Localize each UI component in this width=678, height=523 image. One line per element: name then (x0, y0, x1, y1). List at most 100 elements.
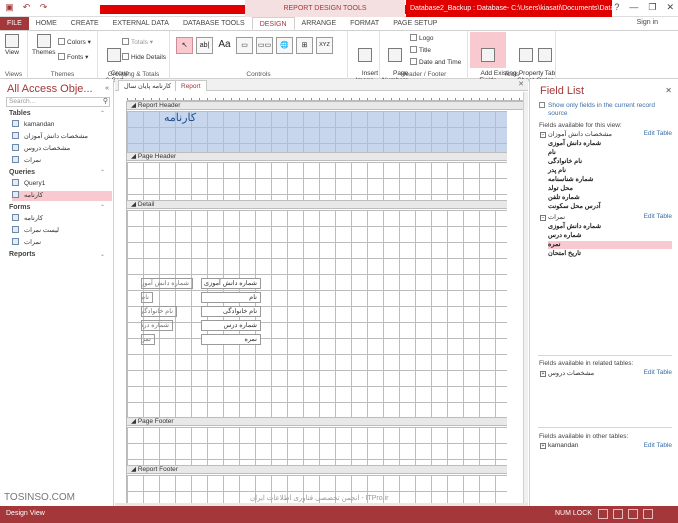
expand-icon[interactable]: + (540, 371, 546, 377)
sign-in-link[interactable]: Sign in (637, 19, 658, 26)
undo-icon[interactable]: ↶ (21, 2, 32, 13)
save-icon[interactable]: ▣ (4, 2, 15, 13)
add-existing-fields-button[interactable]: Add Existing Fields (470, 32, 517, 84)
button-control-icon[interactable]: ▭ (236, 37, 253, 54)
help-icon[interactable]: ? (614, 2, 619, 13)
tab-external-data[interactable]: EXTERNAL DATA (106, 17, 176, 30)
nav-item-form[interactable]: کارنامه (12, 214, 112, 224)
field-textbox[interactable]: نمره (201, 334, 261, 345)
redo-icon[interactable]: ↷ (38, 2, 49, 13)
field-list-table[interactable]: + مشخصات دروس Edit Table (540, 369, 672, 377)
nav-item-query[interactable]: Query1 (12, 179, 112, 189)
expand-icon[interactable]: + (540, 443, 546, 449)
field-item[interactable]: نام (548, 149, 672, 157)
nav-item-table[interactable]: مشخصات دانش آموزان (12, 132, 112, 142)
minimize-icon[interactable]: — (629, 2, 638, 13)
field-item[interactable]: آدرس محل سکونت (548, 203, 672, 211)
section-report-header[interactable]: ◢ Report Header (127, 101, 523, 110)
field-item[interactable]: شماره تلفن (548, 194, 672, 202)
field-textbox[interactable]: نام (201, 292, 261, 303)
close-icon[interactable]: ✕ (665, 86, 672, 95)
tab-format[interactable]: FORMAT (343, 17, 386, 30)
edit-table-link[interactable]: Edit Table (644, 130, 672, 137)
field-label[interactable]: نام (141, 292, 153, 303)
doc-tab-report-card[interactable]: کارنامه پایان سال (118, 80, 178, 91)
field-label[interactable]: نمره (141, 334, 155, 345)
tab-home[interactable]: HOME (29, 17, 64, 30)
colors-button[interactable]: Colors ▾ (58, 38, 91, 46)
field-item[interactable]: تاریخ امتحان (548, 250, 672, 258)
textbox-control-icon[interactable]: ab| (196, 37, 213, 54)
field-item[interactable]: نام پدر (548, 167, 672, 175)
section-report-footer[interactable]: ◢ Report Footer (127, 465, 523, 474)
section-page-footer[interactable]: ◢ Page Footer (127, 417, 523, 426)
nav-section-queries[interactable]: Queries ⌃ (9, 169, 109, 176)
design-view-icon[interactable] (643, 509, 653, 519)
report-design-canvas[interactable]: ◢ Report Header کارنامه ◢ Page Header ◢ … (127, 101, 523, 503)
edit-table-link[interactable]: Edit Table (644, 369, 672, 376)
tab-create[interactable]: CREATE (64, 17, 106, 30)
field-item[interactable]: شماره دانش آموزی (548, 223, 672, 231)
fonts-button[interactable]: Fonts ▾ (58, 53, 88, 61)
nav-section-reports[interactable]: Reports ⌄ (9, 251, 109, 258)
field-item[interactable]: شماره درس (548, 232, 672, 240)
tab-design[interactable]: DESIGN (251, 17, 295, 30)
field-list-table[interactable]: + kamandan Edit Table (540, 442, 672, 449)
field-label[interactable]: نام خانوادگی (141, 306, 177, 317)
layout-view-icon[interactable] (628, 509, 638, 519)
nav-title[interactable]: All Access Obje... (7, 83, 93, 95)
page-header-area[interactable] (127, 162, 507, 200)
nav-item-table[interactable]: نمرات (12, 156, 112, 166)
close-icon[interactable]: ✕ (666, 2, 674, 13)
field-item[interactable]: نام خانوادگی (548, 158, 672, 166)
nav-item-form[interactable]: نمرات (12, 238, 112, 248)
hide-details-button[interactable]: Hide Details (122, 53, 166, 61)
select-control-icon[interactable]: ↖ (176, 37, 193, 54)
nav-section-tables[interactable]: Tables ⌃ (9, 110, 109, 117)
title-button[interactable]: Title (410, 46, 431, 54)
checkbox-icon[interactable] (539, 102, 545, 108)
collapse-icon[interactable]: − (540, 215, 546, 221)
date-time-button[interactable]: Date and Time (410, 58, 461, 66)
nav-item-form[interactable]: لیست نمرات (12, 226, 112, 236)
nav-search-input[interactable]: Search... ⚲ (6, 97, 110, 107)
field-textbox[interactable]: نام خانوادگی (201, 306, 261, 317)
section-detail[interactable]: ◢ Detail (127, 200, 523, 209)
field-textbox[interactable]: شماره درس (201, 320, 261, 331)
totals-button[interactable]: Totals ▾ (122, 38, 153, 46)
report-view-icon[interactable] (598, 509, 608, 519)
detail-area[interactable] (127, 210, 507, 417)
chart-control-icon[interactable]: XYZ (316, 37, 333, 54)
nav-collapse-icon[interactable]: « (105, 85, 109, 92)
tab-arrange[interactable]: ARRANGE (295, 17, 344, 30)
field-list-table[interactable]: − نمرات Edit Table (540, 213, 672, 221)
tab-page-setup[interactable]: PAGE SETUP (386, 17, 444, 30)
edit-table-link[interactable]: Edit Table (644, 213, 672, 220)
field-textbox[interactable]: شماره دانش آموزی (201, 278, 261, 289)
field-item-selected[interactable]: نمره (548, 241, 672, 249)
print-preview-icon[interactable] (613, 509, 623, 519)
frame-control-icon[interactable]: ⊞ (296, 37, 313, 54)
label-control-icon[interactable]: Aa (216, 37, 233, 54)
nav-item-table[interactable]: مشخصات دروس (12, 144, 112, 154)
themes-button[interactable]: Themes (32, 34, 55, 56)
report-title-label[interactable]: کارنامه (164, 111, 224, 127)
doc-tab-report[interactable]: Report (175, 80, 207, 91)
field-label[interactable]: شماره درس (141, 320, 173, 331)
collapse-icon[interactable]: − (540, 132, 546, 138)
hyperlink-control-icon[interactable]: 🌐 (276, 37, 293, 54)
edit-table-link[interactable]: Edit Table (644, 442, 672, 449)
show-only-fields-link[interactable]: Show only fields in the current record s… (539, 102, 672, 118)
field-item[interactable]: شماره شناسنامه (548, 176, 672, 184)
restore-icon[interactable]: ❐ (648, 2, 656, 13)
close-document-icon[interactable]: ✕ (518, 80, 524, 88)
vertical-scrollbar[interactable] (523, 92, 528, 503)
tab-file[interactable]: FILE (0, 17, 29, 30)
field-item[interactable]: محل تولد (548, 185, 672, 193)
page-footer-area[interactable] (127, 427, 507, 465)
section-page-header[interactable]: ◢ Page Header (127, 152, 523, 161)
nav-section-forms[interactable]: Forms ⌃ (9, 204, 109, 211)
nav-item-table[interactable]: kamandan (12, 120, 112, 130)
nav-item-query[interactable]: کارنامه (12, 191, 112, 201)
tab-database-tools[interactable]: DATABASE TOOLS (176, 17, 252, 30)
